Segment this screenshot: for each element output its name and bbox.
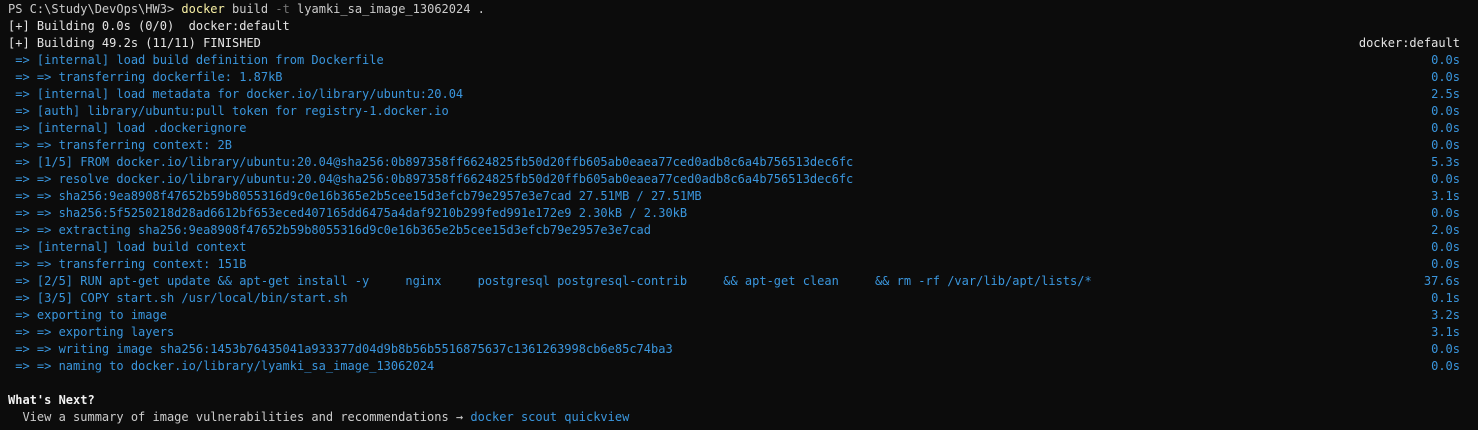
- build-step-time: 0.0s: [1431, 342, 1460, 356]
- build-step-row: => [internal] load build context 0.0s: [8, 239, 1460, 256]
- build-step-text: => [internal] load build definition from…: [8, 53, 384, 67]
- build-step-time: 0.0s: [1431, 104, 1460, 118]
- build-step-time: 0.0s: [1431, 359, 1460, 373]
- build-step-time: 3.2s: [1431, 308, 1460, 322]
- command-subcommand: build: [232, 2, 269, 16]
- command-name: docker: [181, 2, 225, 16]
- build-step-text: => => extracting sha256:9ea8908f47652b59…: [8, 223, 651, 237]
- build-step-text: => => resolve docker.io/library/ubuntu:2…: [8, 172, 854, 186]
- build-step-time: 3.1s: [1431, 189, 1460, 203]
- build-step-text: => [internal] load metadata for docker.i…: [8, 87, 464, 101]
- build-step-row: => => transferring context: 2B 0.0s: [8, 137, 1460, 154]
- build-step-time: 2.0s: [1431, 223, 1460, 237]
- build-step-time: 0.0s: [1431, 240, 1460, 254]
- build-step-time: 0.0s: [1431, 70, 1460, 84]
- build-step-row: => => sha256:9ea8908f47652b59b8055316d9c…: [8, 188, 1460, 205]
- build-step-text: => => writing image sha256:1453b76435041…: [8, 342, 673, 356]
- build-step-row: => => extracting sha256:9ea8908f47652b59…: [8, 222, 1460, 239]
- build-step-row: => [internal] load build definition from…: [8, 52, 1460, 69]
- build-step-row: => => exporting layers 3.1s: [8, 324, 1460, 341]
- scout-quickview-command[interactable]: docker scout quickview: [470, 410, 629, 424]
- whats-next-heading: What's Next?: [8, 393, 95, 407]
- build-step-time: 0.1s: [1431, 291, 1460, 305]
- prompt-path: PS C:\Study\DevOps\HW3>: [8, 2, 175, 16]
- build-step-row: => [1/5] FROM docker.io/library/ubuntu:2…: [8, 154, 1460, 171]
- build-step-time: 0.0s: [1431, 172, 1460, 186]
- whats-next-line: View a summary of image vulnerabilities …: [8, 409, 1460, 426]
- build-step-time: 0.0s: [1431, 121, 1460, 135]
- build-step-time: 37.6s: [1423, 274, 1460, 288]
- build-step-row: => => writing image sha256:1453b76435041…: [8, 341, 1460, 358]
- progress-status: [+] Building 49.2s (11/11) FINISHED: [8, 36, 261, 50]
- build-step-row: => [internal] load metadata for docker.i…: [8, 86, 1460, 103]
- build-step-text: => [internal] load .dockerignore: [8, 121, 247, 135]
- build-step-text: => => transferring dockerfile: 1.87kB: [8, 70, 283, 84]
- build-step-row: => => sha256:5f5250218d28ad6612bf653eced…: [8, 205, 1460, 222]
- builder-name: docker:default: [1358, 36, 1460, 50]
- build-step-row: => => naming to docker.io/library/lyamki…: [8, 358, 1460, 375]
- build-step-text: => exporting to image: [8, 308, 167, 322]
- build-step-row: => => resolve docker.io/library/ubuntu:2…: [8, 171, 1460, 188]
- build-step-text: => => transferring context: 151B: [8, 257, 247, 271]
- progress-line-initial: [+] Building 0.0s (0/0) docker:default: [8, 19, 290, 33]
- build-step-time: 5.3s: [1431, 155, 1460, 169]
- build-step-text: => [internal] load build context: [8, 240, 247, 254]
- build-step-time: 0.0s: [1431, 53, 1460, 67]
- whats-next-summary: View a summary of image vulnerabilities …: [8, 410, 471, 424]
- build-step-text: => => sha256:5f5250218d28ad6612bf653eced…: [8, 206, 688, 220]
- build-step-row: => [auth] library/ubuntu:pull token for …: [8, 103, 1460, 120]
- build-step-text: => => exporting layers: [8, 325, 175, 339]
- build-step-time: 2.5s: [1431, 87, 1460, 101]
- command-args: lyamki_sa_image_13062024 .: [297, 2, 485, 16]
- terminal-window[interactable]: PS C:\Study\DevOps\HW3> docker build -t …: [0, 1, 1478, 430]
- build-step-text: => [1/5] FROM docker.io/library/ubuntu:2…: [8, 155, 854, 169]
- build-step-text: => => transferring context: 2B: [8, 138, 232, 152]
- build-step-row: => [2/5] RUN apt-get update && apt-get i…: [8, 273, 1460, 290]
- command-flag: -t: [275, 2, 290, 16]
- build-step-text: => [auth] library/ubuntu:pull token for …: [8, 104, 449, 118]
- build-step-time: 0.0s: [1431, 138, 1460, 152]
- build-step-row: => => transferring context: 151B 0.0s: [8, 256, 1460, 273]
- build-step-time: 0.0s: [1431, 206, 1460, 220]
- build-steps-list: => [internal] load build definition from…: [8, 52, 1478, 375]
- build-step-time: 3.1s: [1431, 325, 1460, 339]
- progress-line-finished: [+] Building 49.2s (11/11) FINISHED docke…: [8, 35, 1460, 52]
- prompt-line: PS C:\Study\DevOps\HW3> docker build -t …: [8, 1, 1460, 18]
- build-step-row: => => transferring dockerfile: 1.87kB 0.0…: [8, 69, 1460, 86]
- build-step-row: => [internal] load .dockerignore 0.0s: [8, 120, 1460, 137]
- build-step-row: => exporting to image 3.2s: [8, 307, 1460, 324]
- build-step-text: => [2/5] RUN apt-get update && apt-get i…: [8, 274, 1092, 288]
- build-step-text: => => naming to docker.io/library/lyamki…: [8, 359, 435, 373]
- build-step-row: => [3/5] COPY start.sh /usr/local/bin/st…: [8, 290, 1460, 307]
- build-step-time: 0.0s: [1431, 257, 1460, 271]
- build-step-text: => => sha256:9ea8908f47652b59b8055316d9c…: [8, 189, 702, 203]
- build-step-text: => [3/5] COPY start.sh /usr/local/bin/st…: [8, 291, 348, 305]
